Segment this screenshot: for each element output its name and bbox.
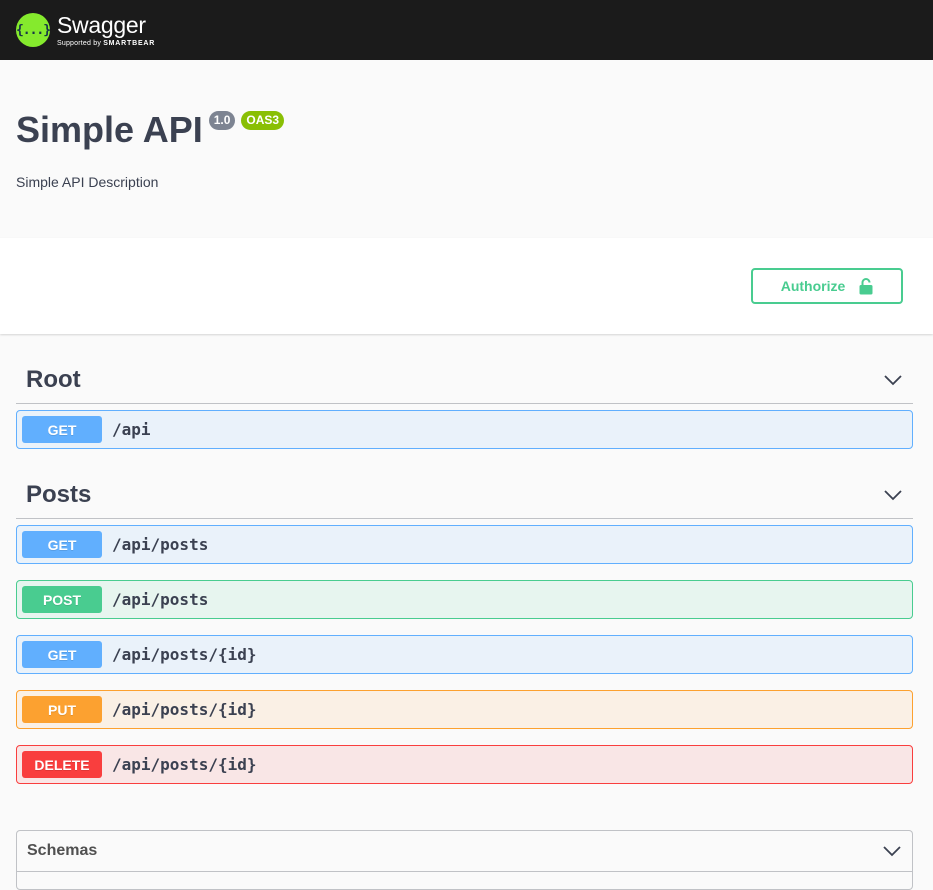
schemas-title: Schemas xyxy=(27,842,98,859)
api-title: Simple API xyxy=(16,109,203,150)
operation-get[interactable]: GET/api/posts xyxy=(16,525,913,564)
operation-path: /api/posts/{id} xyxy=(112,755,257,774)
version-badge: 1.0 xyxy=(208,111,236,130)
method-badge: GET xyxy=(22,641,102,668)
chevron-down-icon[interactable] xyxy=(882,841,902,861)
tag-name: Posts xyxy=(26,480,92,508)
tag-section-root[interactable]: Root xyxy=(16,356,913,404)
method-badge: GET xyxy=(22,531,102,558)
method-badge: GET xyxy=(22,416,102,443)
method-badge: PUT xyxy=(22,696,102,723)
swagger-logo-icon[interactable]: {...} xyxy=(16,13,51,47)
operation-delete[interactable]: DELETE/api/posts/{id} xyxy=(16,745,913,784)
method-badge: DELETE xyxy=(22,751,102,778)
logo-sub-brand: SMARTBEAR xyxy=(103,39,156,47)
logo-sub-prefix: Supported by xyxy=(57,39,102,47)
tag-name: Root xyxy=(26,365,81,393)
swagger-logo[interactable]: Swagger Supported by SMARTBEAR xyxy=(57,11,155,47)
operation-get[interactable]: GET/api xyxy=(16,410,913,449)
method-badge: POST xyxy=(22,586,102,613)
operation-post[interactable]: POST/api/posts xyxy=(16,580,913,619)
lock-icon xyxy=(859,278,873,295)
chevron-down-icon[interactable] xyxy=(883,485,903,505)
scheme-container: Authorize xyxy=(0,238,933,334)
authorize-button[interactable]: Authorize xyxy=(751,268,903,304)
schemas-section: Schemas xyxy=(16,830,913,890)
operation-path: /api/posts xyxy=(112,535,209,554)
operation-get[interactable]: GET/api/posts/{id} xyxy=(16,635,913,674)
top-bar: {...} Swagger Supported by SMARTBEAR xyxy=(0,0,933,60)
operation-put[interactable]: PUT/api/posts/{id} xyxy=(16,690,913,729)
authorize-label: Authorize xyxy=(780,278,846,294)
operation-path: /api/posts xyxy=(112,590,209,609)
oas-badge: OAS3 xyxy=(241,111,285,130)
chevron-down-icon[interactable] xyxy=(883,370,903,390)
schemas-header[interactable]: Schemas xyxy=(17,831,912,872)
api-info: Simple API 1.0 OAS3 Simple API Descripti… xyxy=(0,60,933,238)
logo-subtitle: Supported by SMARTBEAR xyxy=(57,40,155,47)
operation-path: /api xyxy=(112,420,151,439)
tag-section-posts[interactable]: Posts xyxy=(16,471,913,519)
operation-path: /api/posts/{id} xyxy=(112,700,257,719)
operation-path: /api/posts/{id} xyxy=(112,645,257,664)
logo-title: Swagger xyxy=(57,11,146,38)
api-description: Simple API Description xyxy=(16,174,159,190)
operations-container: Root GET/api Posts GET/api/posts POST/api/po… xyxy=(0,356,933,890)
